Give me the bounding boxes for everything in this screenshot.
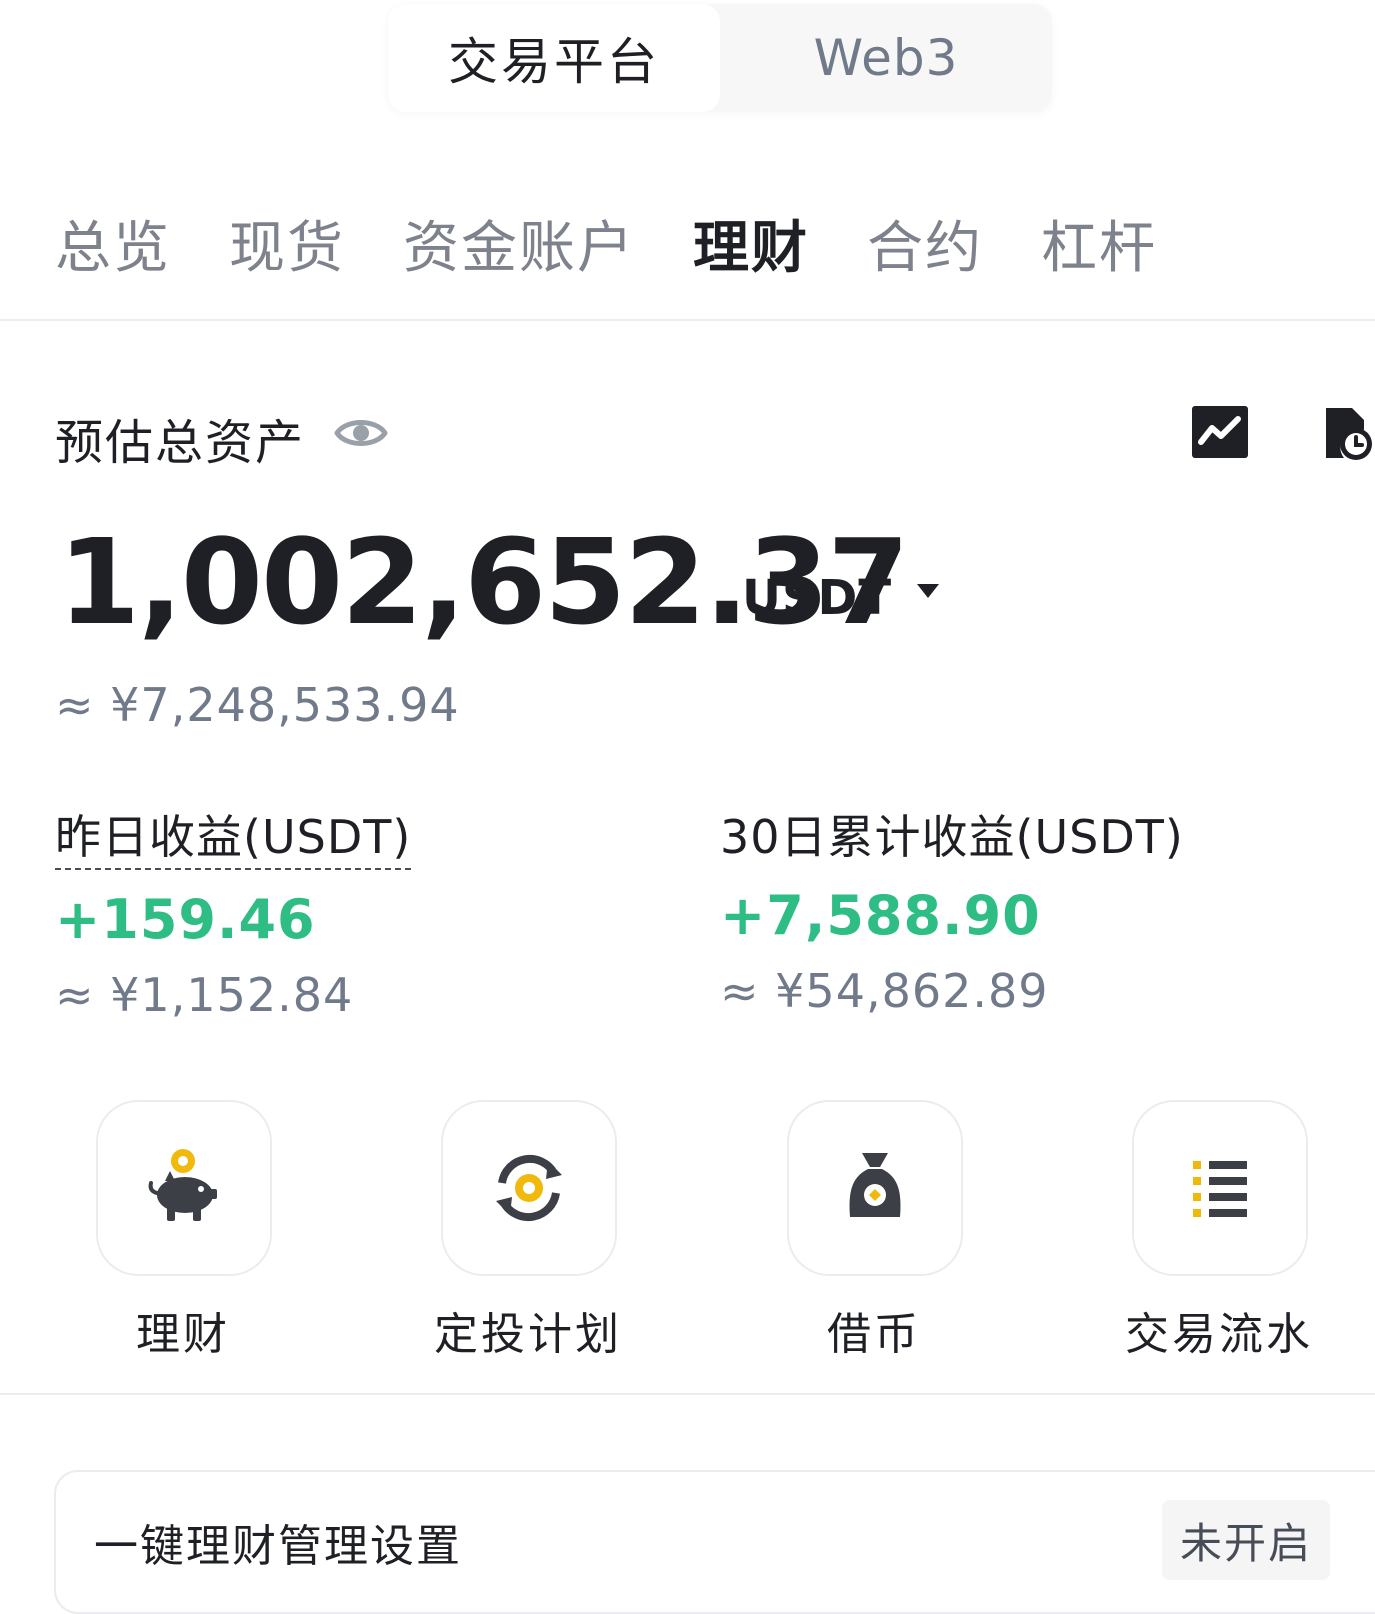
chart-trend-icon[interactable] <box>1192 406 1248 458</box>
transaction-list-icon <box>1193 1161 1247 1217</box>
recurring-coin-icon <box>496 1154 562 1222</box>
tab-web3[interactable]: Web3 <box>720 4 1052 112</box>
tab-overview[interactable]: 总览 <box>55 203 171 284</box>
quick-action-tile[interactable] <box>96 1100 272 1276</box>
yesterday-earnings-label[interactable]: 昨日收益(USDT) <box>55 808 412 870</box>
money-bag-icon <box>849 1153 901 1217</box>
auto-earn-settings-title: 一键理财管理设置 <box>94 1521 462 1572</box>
piggy-bank-icon <box>148 1149 217 1221</box>
eye-icon[interactable] <box>334 412 388 454</box>
section-divider <box>0 1393 1375 1395</box>
thirty-day-earnings-label: 30日累计收益(USDT) <box>720 810 1184 864</box>
thirty-day-earnings-value: +7,588.90 <box>720 884 1041 947</box>
quick-action-tile[interactable] <box>787 1100 963 1276</box>
tab-margin[interactable]: 杠杆 <box>1041 203 1157 284</box>
tab-futures[interactable]: 合约 <box>867 203 983 284</box>
tab-trading-platform[interactable]: 交易平台 <box>388 4 720 112</box>
yesterday-earnings-cny: ≈ ¥1,152.84 <box>55 968 354 1022</box>
status-badge[interactable]: 未开启 <box>1162 1500 1330 1580</box>
auto-earn-settings-card[interactable]: 一键理财管理设置 未开启 <box>54 1470 1375 1614</box>
history-icon[interactable] <box>1322 404 1374 462</box>
quick-action-auto-invest[interactable]: 定投计划 <box>434 1100 619 1360</box>
thirty-day-earnings: 30日累计收益(USDT) +7,588.90 ≈ ¥54,862.89 <box>720 808 1184 1020</box>
caret-down-icon <box>917 584 940 598</box>
tab-earn[interactable]: 理财 <box>693 203 809 284</box>
quick-action-transactions[interactable]: 交易流水 <box>1125 1100 1310 1360</box>
currency-selector[interactable]: USDT <box>742 568 940 628</box>
quick-action-label: 理财 <box>136 1309 230 1360</box>
quick-action-tile[interactable] <box>1132 1100 1308 1276</box>
currency-label: USDT <box>742 570 893 626</box>
quick-action-label: 交易流水 <box>1125 1309 1313 1360</box>
tab-funding[interactable]: 资金账户 <box>403 203 635 284</box>
tabs-divider <box>0 319 1375 321</box>
quick-action-label: 借币 <box>827 1309 921 1360</box>
quick-action-loan[interactable]: 借币 <box>787 1100 963 1360</box>
estimated-total-label: 预估总资产 <box>55 415 306 471</box>
yesterday-earnings-value: +159.46 <box>55 888 316 951</box>
account-tabs: 总览 现货 资金账户 理财 合约 杠杆 <box>55 205 1215 281</box>
quick-action-earn[interactable]: 理财 <box>96 1100 272 1360</box>
thirty-day-earnings-cny: ≈ ¥54,862.89 <box>720 964 1049 1018</box>
total-balance-cny: ≈ ¥7,248,533.94 <box>55 678 460 732</box>
quick-action-label: 定投计划 <box>434 1309 622 1360</box>
quick-action-tile[interactable] <box>441 1100 617 1276</box>
tab-spot[interactable]: 现货 <box>229 203 345 284</box>
yesterday-earnings: 昨日收益(USDT) +159.46 ≈ ¥1,152.84 <box>55 808 412 1024</box>
platform-switch: 交易平台 Web3 <box>388 4 1052 112</box>
